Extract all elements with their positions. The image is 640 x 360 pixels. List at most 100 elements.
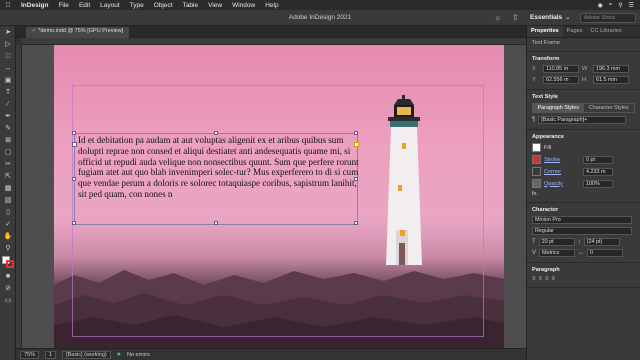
menu-edit[interactable]: Edit [74, 2, 95, 9]
type-tool-icon[interactable]: T [0, 86, 16, 98]
menu-window[interactable]: Window [227, 2, 260, 9]
page-number[interactable]: 1 [45, 350, 57, 359]
frame-handle-bottom-right[interactable] [354, 221, 358, 225]
menu-file[interactable]: File [53, 2, 73, 9]
document-tab[interactable]: × *demo.indd @ 75% [GPU Preview] [26, 27, 130, 38]
preflight-status: No errors [126, 351, 150, 358]
document-page[interactable]: Id et debitation pa audam at aut volupta… [54, 45, 504, 348]
x-field[interactable]: 110.85 m [543, 65, 579, 73]
stroke-link[interactable]: Stroke [544, 157, 580, 163]
fill-stroke-swatch[interactable] [0, 254, 16, 270]
horizontal-ruler[interactable] [22, 38, 526, 45]
height-field[interactable]: 61.5 mm [593, 76, 629, 84]
frame-handle-top-right[interactable] [354, 131, 358, 135]
gradient-tool-icon[interactable]: ▩ [0, 182, 16, 194]
frame-handle-top[interactable] [214, 131, 218, 135]
gap-tool-icon[interactable]: ↔ [0, 62, 16, 74]
workspace-switcher[interactable]: Essentials ⌄ [530, 13, 571, 21]
pencil-tool-icon[interactable]: ✎ [0, 122, 16, 134]
out-port-overset[interactable] [354, 142, 359, 147]
menu-help[interactable]: Help [260, 2, 283, 9]
menu-type[interactable]: Type [125, 2, 149, 9]
menu-view[interactable]: View [203, 2, 227, 9]
menu-table[interactable]: Table [178, 2, 204, 9]
paragraph-heading: Paragraph [532, 267, 560, 273]
paragraph-style-icon: ¶ [532, 117, 536, 123]
stroke-swatch-chip[interactable] [532, 155, 541, 164]
rectangle-tool-icon[interactable]: ▢ [0, 146, 16, 158]
frame-handle-bottom[interactable] [214, 221, 218, 225]
corner-link[interactable]: Corner [544, 169, 580, 175]
frame-handle-top-left[interactable] [72, 131, 76, 135]
wifi-icon[interactable]: ≈ [609, 2, 612, 9]
free-transform-tool-icon[interactable]: ⇱ [0, 170, 16, 182]
corner-row: Corner 4.233 m [532, 167, 635, 176]
in-port[interactable] [72, 142, 77, 147]
note-tool-icon[interactable]: ▯ [0, 206, 16, 218]
direct-selection-tool-icon[interactable]: ▷ [0, 38, 16, 50]
story-text[interactable]: Id et debitation pa audam at aut volupta… [78, 135, 360, 200]
align-center-icon[interactable]: ≡ [539, 276, 543, 282]
content-collector-icon[interactable]: ▣ [0, 74, 16, 86]
font-style-select[interactable]: Regular [532, 227, 632, 235]
tab-pages[interactable]: Pages [563, 26, 587, 37]
y-field[interactable]: 62.556 m [543, 76, 579, 84]
font-size-field[interactable]: 20 pt [538, 238, 575, 246]
apply-color-icon[interactable]: ■ [0, 270, 16, 282]
paragraph-style-select[interactable]: [Basic Paragraph]+ [538, 116, 627, 124]
pasteboard[interactable]: Id et debitation pa audam at aut volupta… [22, 45, 526, 348]
rectangle-frame-tool-icon[interactable]: ⊠ [0, 134, 16, 146]
share-icon[interactable]: ⇧ [512, 13, 519, 22]
indesign-window:  InDesign File Edit Layout Type Object … [0, 0, 640, 360]
tab-paragraph-styles[interactable]: Paragraph Styles [533, 104, 584, 112]
lightbulb-icon[interactable]: ☼ [494, 13, 501, 22]
width-field[interactable]: 196.3 mm [593, 65, 629, 73]
tab-character-styles[interactable]: Character Styles [584, 104, 635, 112]
menu-layout[interactable]: Layout [95, 2, 125, 9]
hand-tool-icon[interactable]: ✋ [0, 230, 16, 242]
x-label: X [532, 66, 536, 72]
frame-handle-left[interactable] [72, 177, 76, 181]
tracking-field[interactable]: 0 [587, 249, 624, 257]
align-left-icon[interactable]: ≡ [532, 276, 536, 282]
fill-swatch-chip[interactable] [532, 143, 541, 152]
gradient-feather-tool-icon[interactable]: ▧ [0, 194, 16, 206]
page-tool-icon[interactable]: □ [0, 50, 16, 62]
font-size-icon: T [532, 239, 536, 245]
adobe-stock-search[interactable]: Adobe Stock [580, 13, 636, 23]
opacity-field[interactable]: 100% [583, 179, 613, 188]
effects-button[interactable]: fx. [532, 191, 538, 197]
kerning-field[interactable]: Metrics [539, 249, 576, 257]
control-center-icon[interactable]: ☰ [629, 2, 634, 9]
apple-icon[interactable]:  [0, 2, 16, 9]
y-label: Y [532, 77, 536, 83]
align-right-icon[interactable]: ≡ [545, 276, 549, 282]
leading-field[interactable]: (24 pt) [583, 238, 620, 246]
scissors-tool-icon[interactable]: ✂ [0, 158, 16, 170]
opacity-link[interactable]: Opacity [544, 181, 580, 187]
close-icon[interactable]: × [32, 28, 35, 34]
menu-app[interactable]: InDesign [16, 2, 53, 9]
tab-cc-libraries[interactable]: CC Libraries [587, 26, 626, 37]
cc-icon[interactable]: ◉ [598, 2, 603, 9]
corner-field[interactable]: 4.233 m [583, 167, 613, 176]
frame-handle-right[interactable] [354, 177, 358, 181]
apply-none-icon[interactable]: ⊘ [0, 282, 16, 294]
stroke-weight-field[interactable]: 0 pt [583, 155, 613, 164]
tab-properties[interactable]: Properties [527, 26, 563, 37]
pen-tool-icon[interactable]: ✒ [0, 110, 16, 122]
justify-icon[interactable]: ≡ [552, 276, 556, 282]
selection-tool-icon[interactable]: ➤ [0, 26, 16, 38]
eyedropper-tool-icon[interactable]: ✓ [0, 218, 16, 230]
text-frame[interactable]: Id et debitation pa audam at aut volupta… [72, 131, 360, 225]
font-family-select[interactable]: Minion Pro [532, 216, 632, 224]
zoom-level[interactable]: 75% [20, 350, 40, 359]
stroke-swatch[interactable] [6, 260, 14, 268]
zoom-tool-icon[interactable]: ⚲ [0, 242, 16, 254]
search-icon[interactable]: ⚲ [618, 2, 622, 9]
line-tool-icon[interactable]: ∕ [0, 98, 16, 110]
menu-object[interactable]: Object [149, 2, 178, 9]
preflight-profile[interactable]: [Basic] (working) [62, 350, 111, 359]
screen-mode-icon[interactable]: ▭ [0, 294, 16, 306]
frame-handle-bottom-left[interactable] [72, 221, 76, 225]
